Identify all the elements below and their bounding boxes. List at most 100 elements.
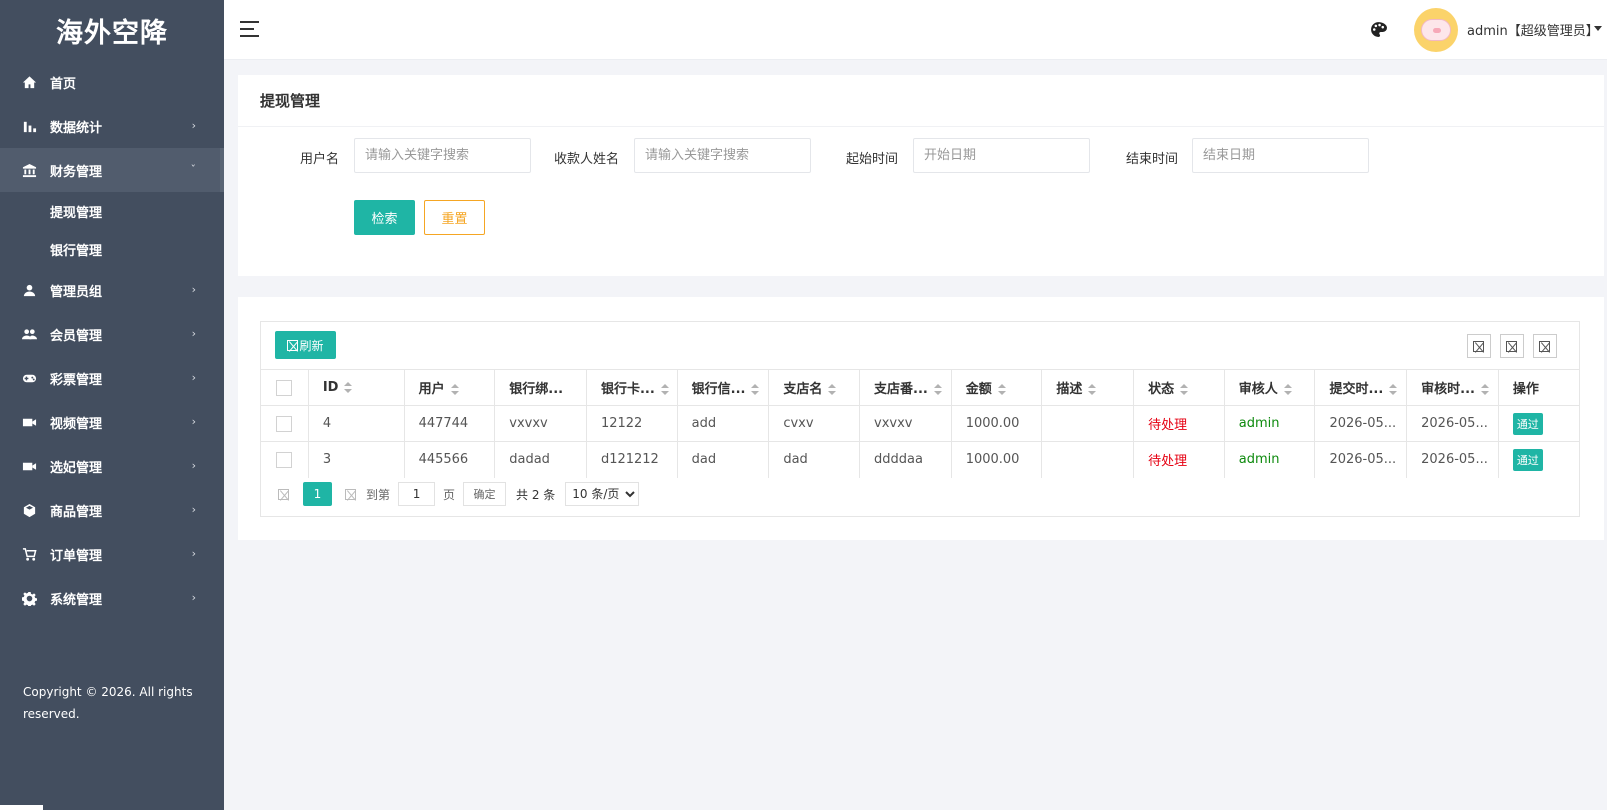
columns-filter-icon[interactable] <box>1467 334 1491 358</box>
copyright-text: Copyright © 2026. All rights reserved. <box>23 685 193 721</box>
export-icon[interactable] <box>1500 334 1524 358</box>
cell-user: 445566 <box>404 441 496 478</box>
sort-icon[interactable] <box>828 384 837 395</box>
column-header[interactable]: 描述 <box>1041 369 1135 406</box>
reset-button[interactable]: 重置 <box>424 200 485 235</box>
chevron-right-icon: › <box>191 458 196 472</box>
search-button[interactable]: 检索 <box>354 200 415 235</box>
sort-icon[interactable] <box>1389 384 1398 395</box>
user-menu[interactable]: admin【超级管理员】 <box>1467 20 1599 39</box>
avatar[interactable] <box>1414 8 1458 52</box>
chevron-right-icon: › <box>191 282 196 296</box>
palette-icon[interactable] <box>1370 21 1387 38</box>
column-header[interactable]: 提交时... <box>1314 369 1408 406</box>
sidebar-item-selection[interactable]: 选妃管理 › <box>0 444 224 488</box>
row-checkbox[interactable] <box>276 415 292 432</box>
sort-icon[interactable] <box>1088 384 1097 395</box>
column-header[interactable]: 审核人 <box>1224 369 1316 406</box>
sidebar-item-home[interactable]: 首页 <box>0 60 224 104</box>
sidebar-item-members[interactable]: 会员管理 › <box>0 312 224 356</box>
goto-confirm-button[interactable]: 确定 <box>463 482 507 506</box>
chevron-right-icon: › <box>191 370 196 384</box>
cell-user: 447744 <box>404 405 496 442</box>
sidebar-item-products[interactable]: 商品管理 › <box>0 488 224 532</box>
cell-action: 通过 <box>1498 441 1579 478</box>
sort-icon[interactable] <box>1180 384 1189 395</box>
sidebar-item-system[interactable]: 系统管理 › <box>0 576 224 620</box>
select-all-checkbox[interactable] <box>276 379 292 396</box>
print-icon[interactable] <box>1533 334 1557 358</box>
sort-icon[interactable] <box>450 384 459 395</box>
cell-card: 12122 <box>586 405 678 442</box>
sort-icon[interactable] <box>344 382 353 393</box>
cell-amount: 1000.00 <box>951 441 1043 478</box>
column-header[interactable]: 银行卡... <box>586 369 678 406</box>
column-header[interactable]: 银行绑... <box>494 369 587 406</box>
sort-icon[interactable] <box>660 384 669 395</box>
column-header[interactable]: 金额 <box>951 369 1043 406</box>
person-icon <box>21 282 37 298</box>
approve-button[interactable]: 通过 <box>1512 412 1543 435</box>
sidebar-item-finance[interactable]: 财务管理 ˇ <box>0 148 224 192</box>
username-input[interactable] <box>354 138 531 173</box>
column-header[interactable]: 审核时... <box>1406 369 1499 406</box>
column-header[interactable]: 支店名 <box>768 369 860 406</box>
page-size-select[interactable]: 10 条/页 <box>565 482 640 506</box>
goto-page-input[interactable] <box>398 482 436 506</box>
sidebar-subitem-bank[interactable]: 银行管理 <box>0 230 224 268</box>
refresh-button[interactable]: 刷新 <box>275 331 336 359</box>
sort-icon[interactable] <box>751 384 760 395</box>
column-header[interactable]: 银行信... <box>677 369 770 406</box>
column-header[interactable]: ID <box>308 369 405 406</box>
sidebar-item-lottery[interactable]: 彩票管理 › <box>0 356 224 400</box>
sidebar-item-label: 选妃管理 <box>50 460 103 476</box>
sidebar-item-label: 管理员组 <box>50 284 103 300</box>
sort-icon[interactable] <box>1480 384 1489 395</box>
cell-review-time: 2026-05... <box>1406 405 1499 442</box>
payee-name-input[interactable] <box>634 138 811 173</box>
chevron-right-icon: › <box>191 326 196 340</box>
cell-action: 通过 <box>1498 405 1579 442</box>
cell-bank-bind: vxvxv <box>494 405 587 442</box>
page-number-current[interactable]: 1 <box>303 482 332 506</box>
column-header[interactable]: 支店番... <box>859 369 952 406</box>
videocam-icon <box>21 414 37 430</box>
column-header[interactable]: 用户 <box>404 369 496 406</box>
sidebar-item-label: 首页 <box>50 76 77 92</box>
payee-name-label: 收款人姓名 <box>554 152 620 167</box>
sidebar-item-videos[interactable]: 视频管理 › <box>0 400 224 444</box>
sidebar-subitem-withdrawal[interactable]: 提现管理 <box>0 192 224 230</box>
chevron-right-icon: › <box>191 546 196 560</box>
sort-icon[interactable] <box>933 384 942 395</box>
cell-desc <box>1041 441 1135 478</box>
sidebar-item-label: 订单管理 <box>50 548 103 564</box>
cell-bank-info: dad <box>677 441 770 478</box>
caret-down-icon[interactable] <box>1594 26 1602 31</box>
start-date-input[interactable] <box>913 138 1090 173</box>
end-date-input[interactable] <box>1192 138 1369 173</box>
bank-icon <box>21 162 37 178</box>
row-select-cell <box>261 405 309 442</box>
corner-mark <box>0 805 43 810</box>
sidebar-item-admin-group[interactable]: 管理员组 › <box>0 268 224 312</box>
sidebar-item-statistics[interactable]: 数据统计 › <box>0 104 224 148</box>
cell-submit-time: 2026-05... <box>1314 441 1408 478</box>
menu-toggle-icon[interactable] <box>240 21 259 38</box>
column-header[interactable]: 状态 <box>1133 369 1225 406</box>
videocam-icon <box>21 458 37 474</box>
cell-branch-no: ddddaa <box>859 441 952 478</box>
row-checkbox[interactable] <box>276 451 292 468</box>
filter-card: 提现管理 用户名 收款人姓名 起始时间 结束时间 检索 重置 <box>238 75 1604 276</box>
prev-page-icon[interactable] <box>277 487 291 501</box>
row-select-cell <box>261 441 309 478</box>
sidebar-item-orders[interactable]: 订单管理 › <box>0 532 224 576</box>
approve-button[interactable]: 通过 <box>1512 448 1543 471</box>
next-page-icon[interactable] <box>344 487 358 501</box>
cell-submit-time: 2026-05... <box>1314 405 1408 442</box>
end-time-label: 结束时间 <box>1126 152 1179 167</box>
sort-icon[interactable] <box>1283 384 1292 395</box>
chevron-down-icon: ˇ <box>190 162 197 176</box>
data-table-container: 刷新 ID 用户 银行绑... 银行卡... 银行信... 支店名 支店番...… <box>260 321 1580 517</box>
sort-icon[interactable] <box>997 384 1006 395</box>
sidebar: 海外空降 首页 数据统计 › 财务管理 ˇ 提现管理 银行管理 管理员组 › 会… <box>0 0 224 810</box>
